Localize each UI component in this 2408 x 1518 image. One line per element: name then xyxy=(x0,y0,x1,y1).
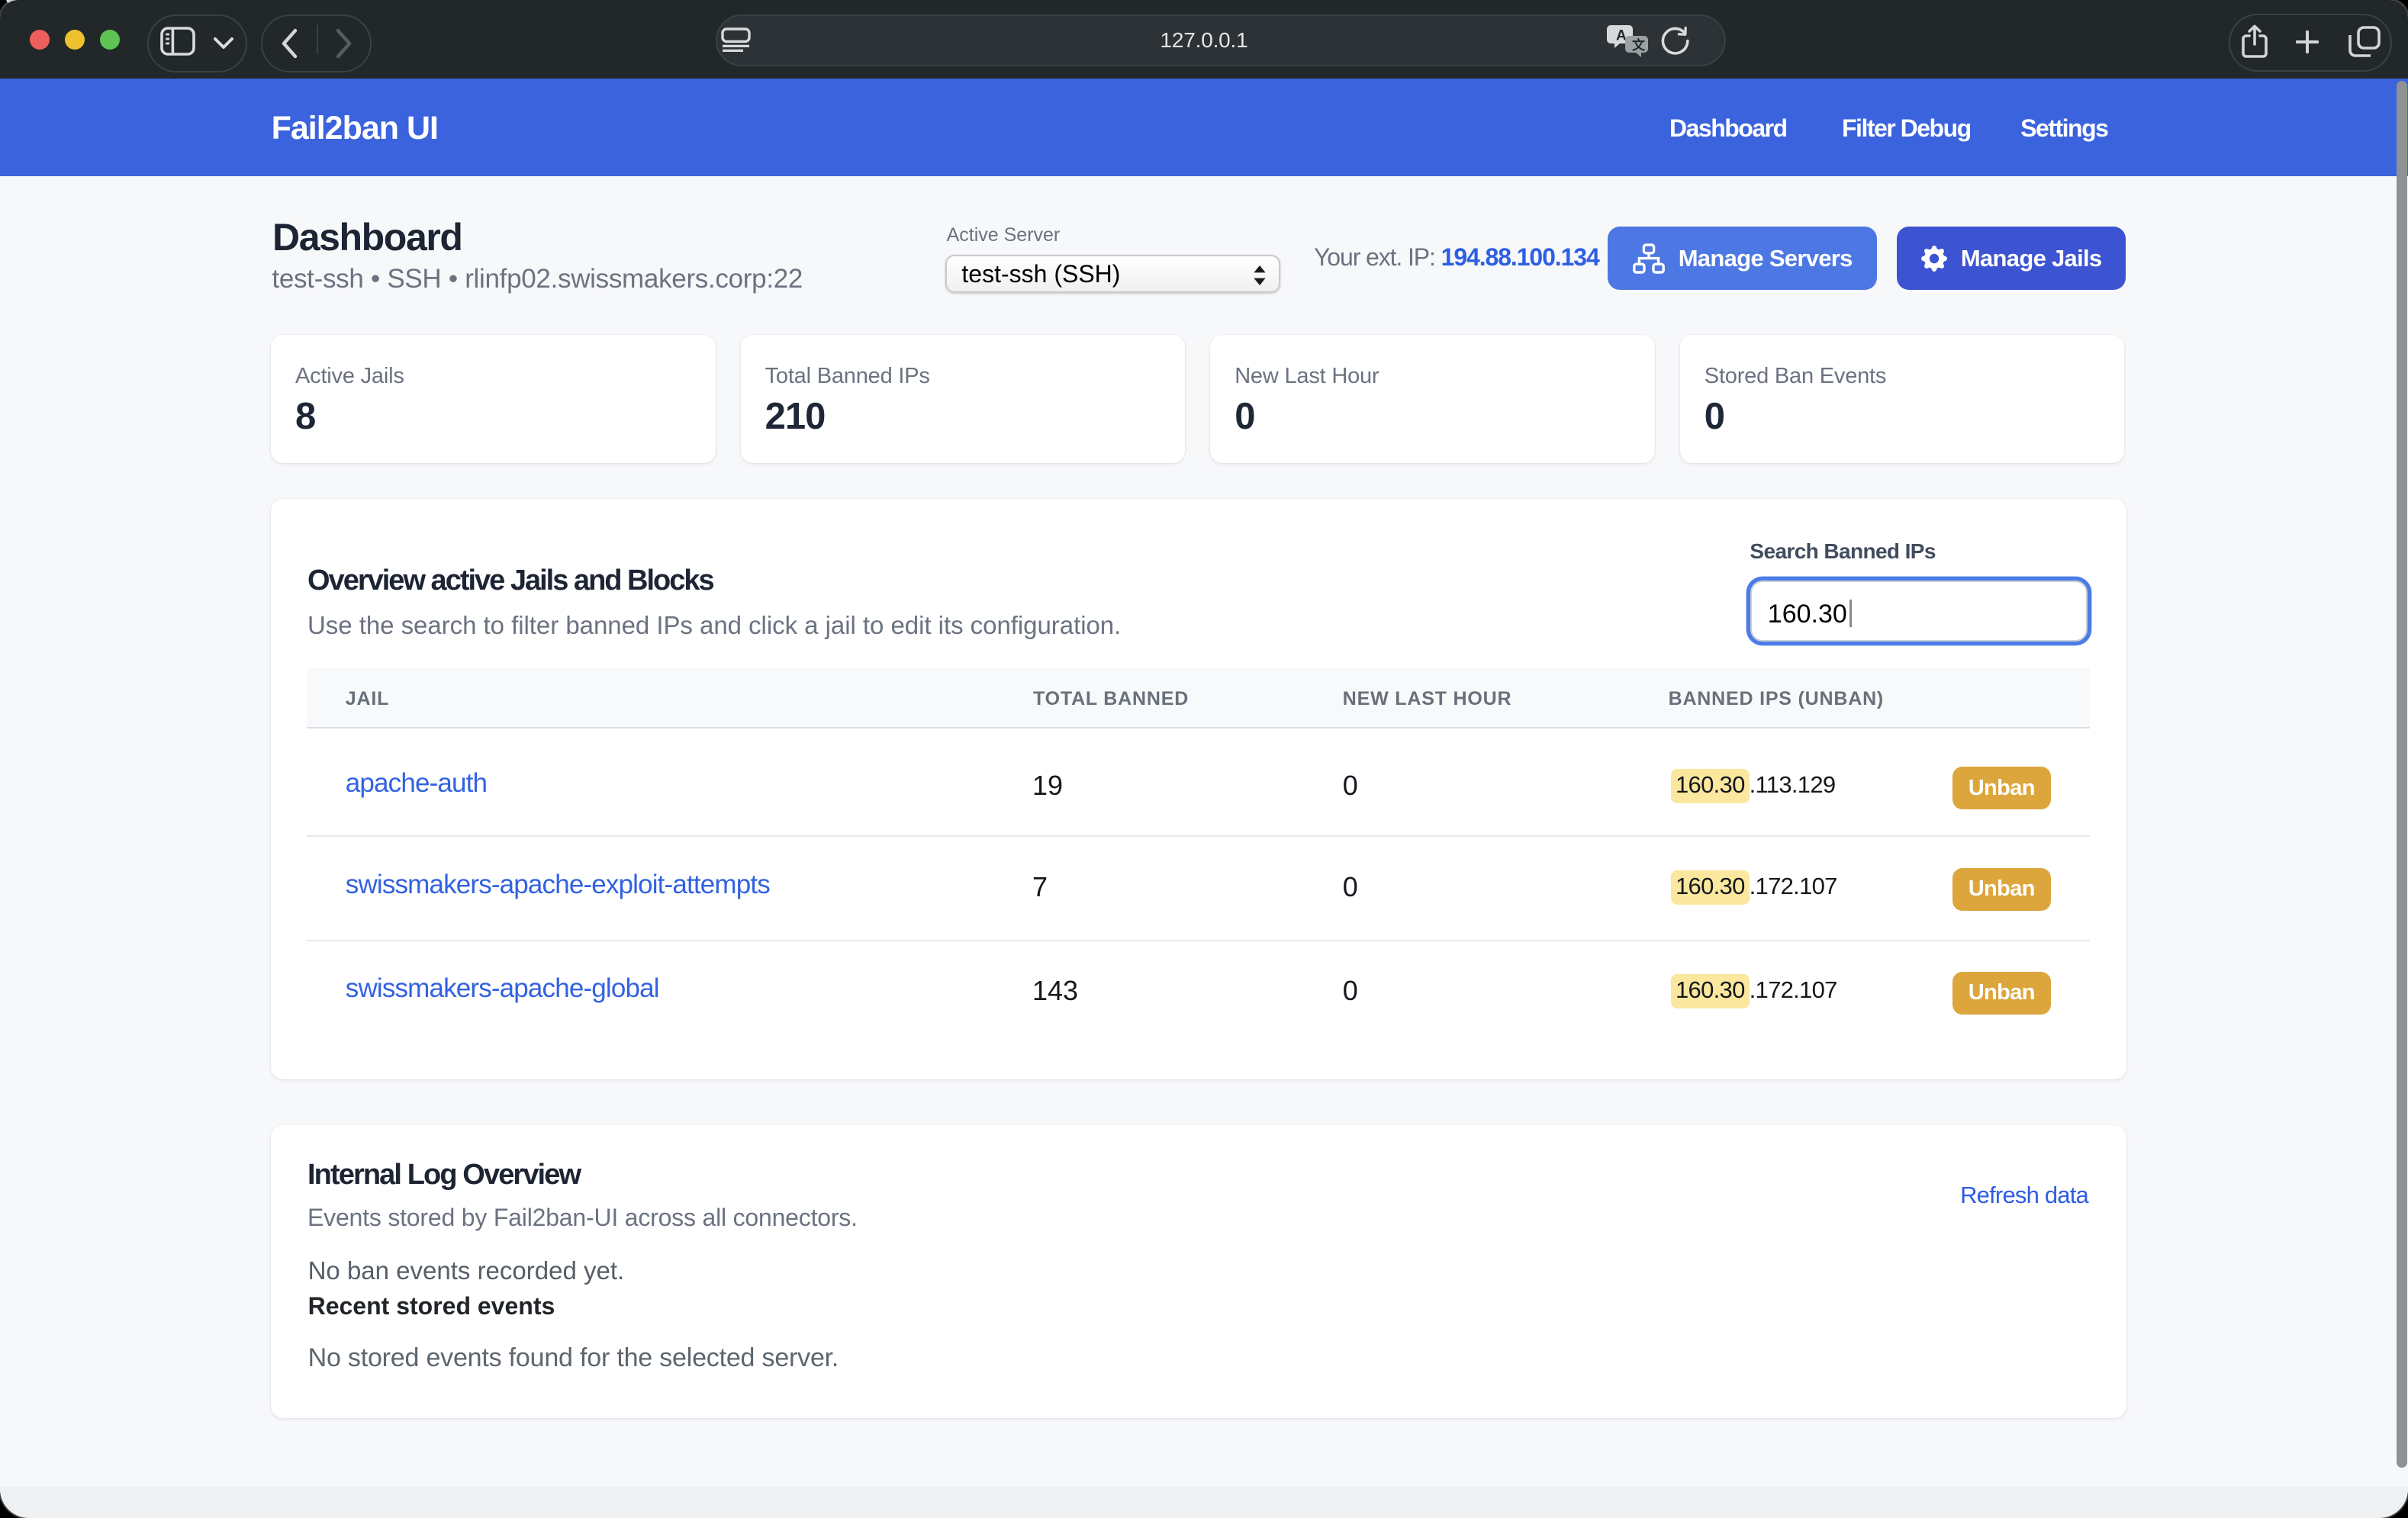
svg-text:文: 文 xyxy=(1632,37,1646,53)
svg-text:A: A xyxy=(1616,27,1627,43)
